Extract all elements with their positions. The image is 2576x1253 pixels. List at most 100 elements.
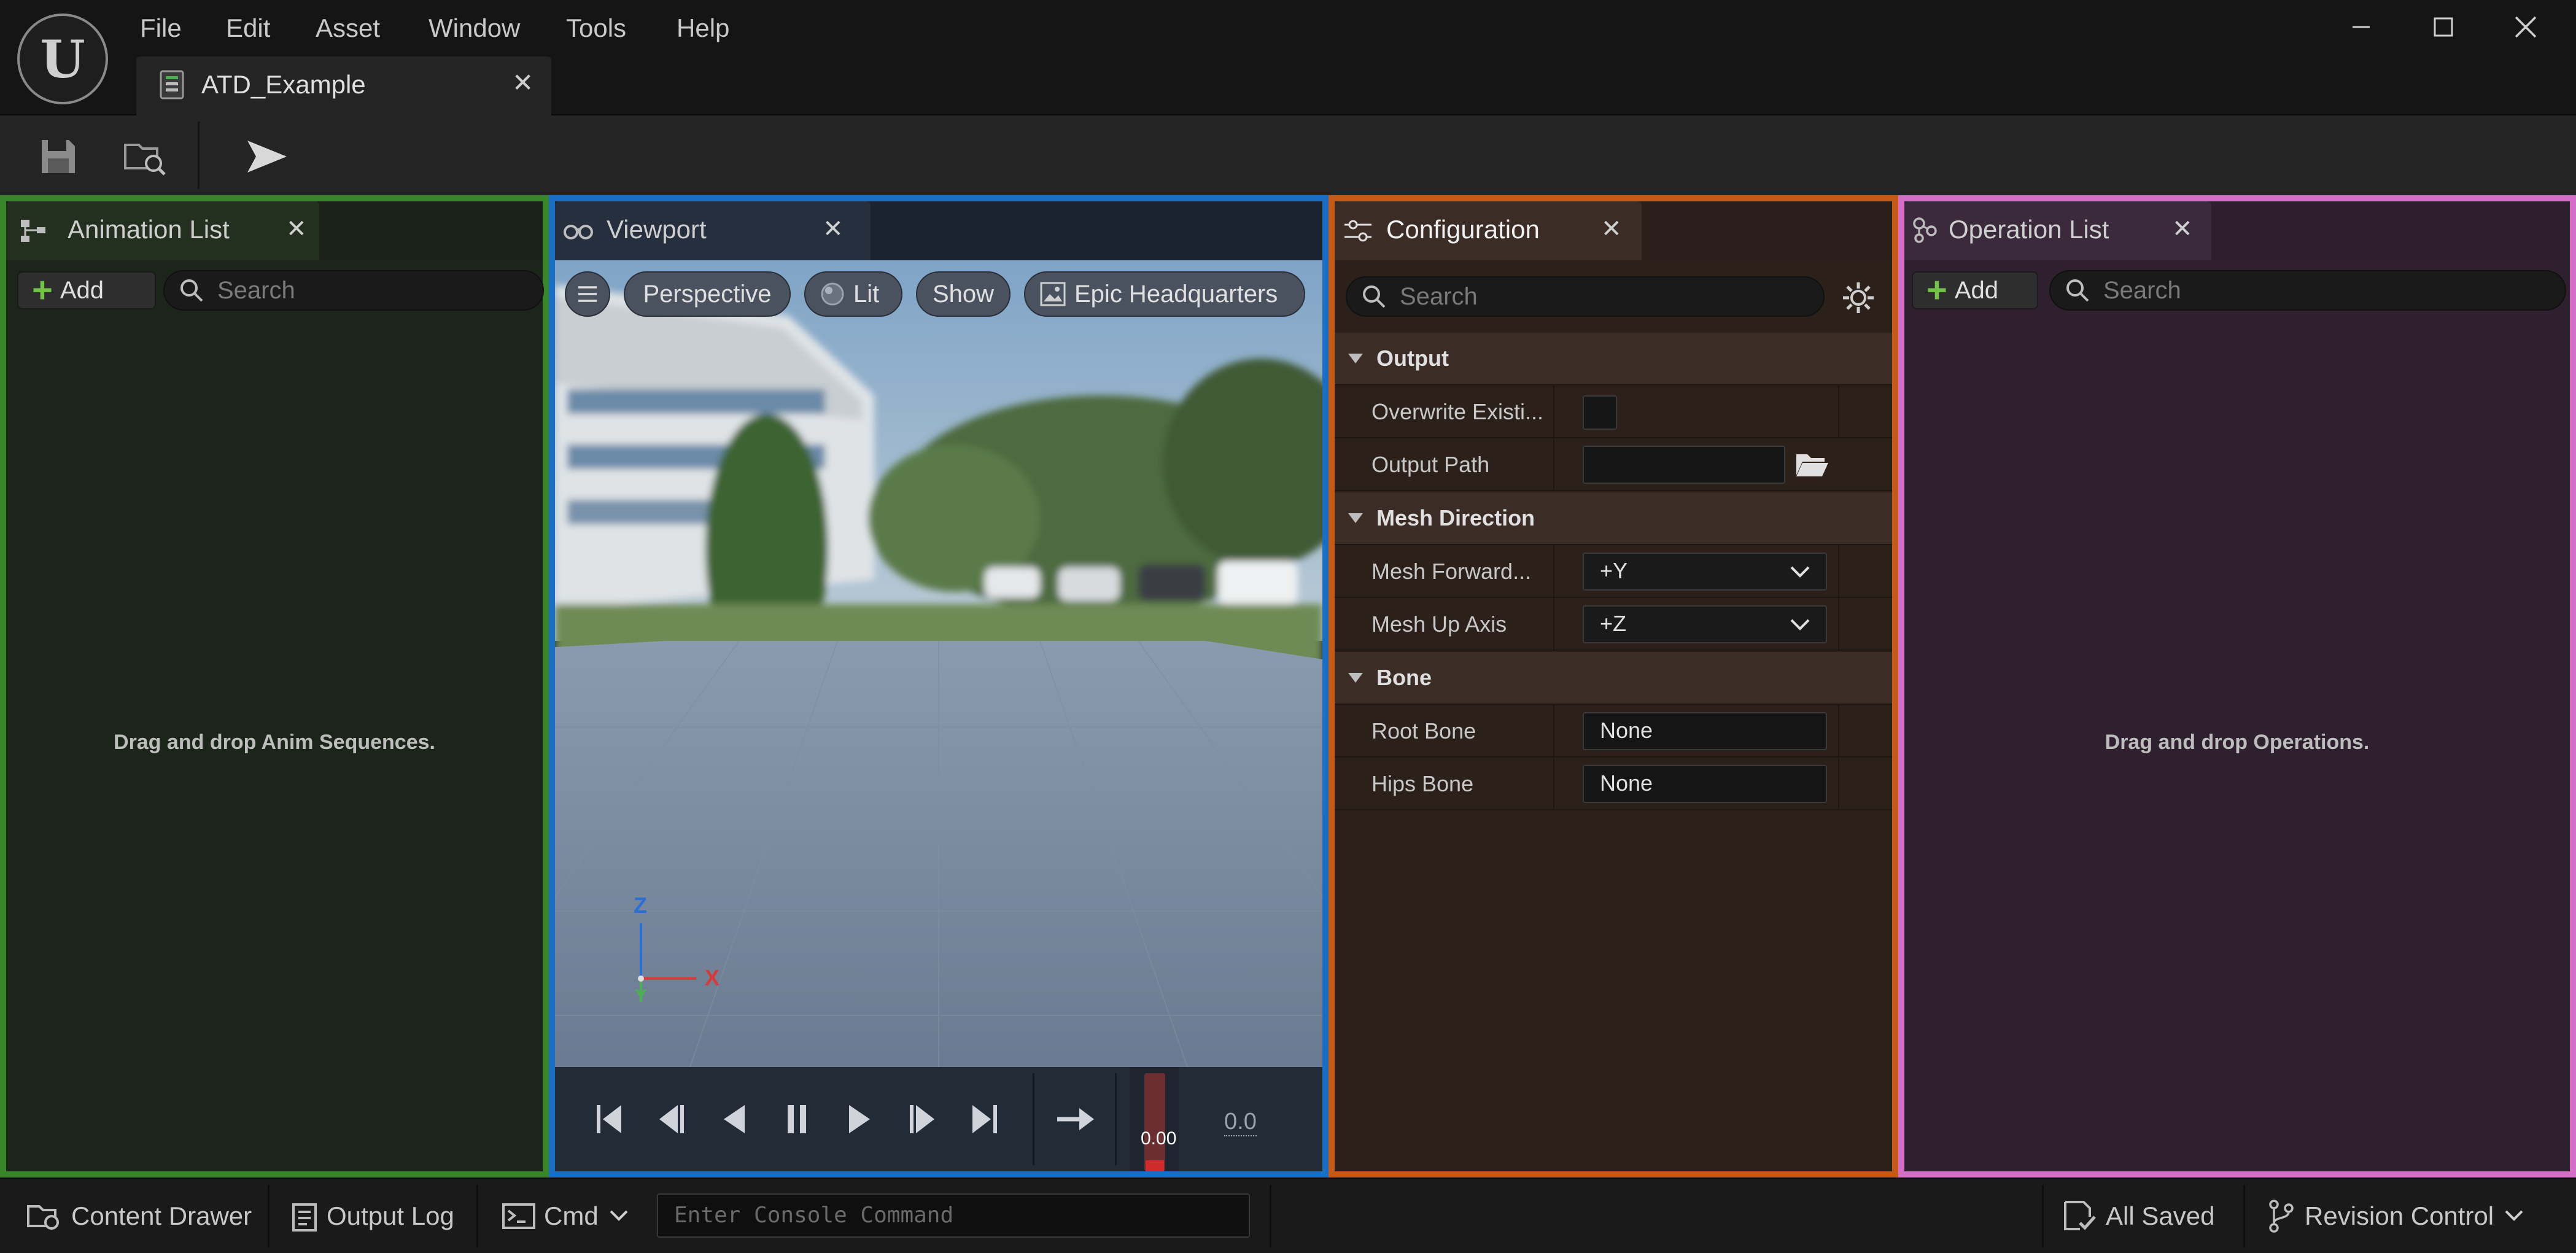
animation-search-placeholder: Search	[217, 276, 295, 304]
menu-edit[interactable]: Edit	[226, 9, 270, 48]
play-reverse-icon[interactable]	[710, 1092, 759, 1147]
output-section-header[interactable]: Output	[1335, 333, 1892, 386]
revision-control-label: Revision Control	[2305, 1201, 2494, 1230]
console-command-input[interactable]: Enter Console Command	[657, 1193, 1250, 1238]
content-drawer-icon	[27, 1201, 61, 1231]
hips-bone-label: Hips Bone	[1371, 771, 1474, 796]
mesh-direction-section-header[interactable]: Mesh Direction	[1335, 492, 1892, 545]
add-operation-button[interactable]: + Add	[1912, 271, 2038, 309]
root-bone-input[interactable]: None	[1583, 712, 1827, 750]
cmd-dropdown[interactable]: Cmd	[502, 1196, 628, 1236]
document-tab[interactable]: ATD_Example ✕	[136, 56, 551, 115]
overwrite-row: Overwrite Existi...	[1335, 386, 1892, 438]
mesh-forward-dropdown[interactable]: +Y	[1583, 553, 1827, 591]
menu-asset[interactable]: Asset	[316, 9, 380, 48]
close-icon[interactable]: ✕	[286, 215, 307, 243]
menu-help[interactable]: Help	[677, 9, 729, 48]
perspective-button[interactable]: Perspective	[624, 271, 791, 317]
configuration-search-input[interactable]: Search	[1346, 276, 1825, 317]
hips-bone-input[interactable]: None	[1583, 765, 1827, 803]
plus-icon: +	[1926, 270, 1947, 310]
animation-empty-message: Drag and drop Anim Sequences.	[114, 731, 435, 754]
add-animation-button[interactable]: + Add	[17, 271, 156, 309]
environment-button[interactable]: Epic Headquarters	[1024, 271, 1305, 317]
output-log-button[interactable]: Output Log	[292, 1196, 454, 1236]
mesh-up-dropdown[interactable]: +Z	[1583, 605, 1827, 643]
close-icon[interactable]: ✕	[823, 215, 844, 243]
window-close-icon[interactable]	[2495, 9, 2556, 45]
content-drawer-button[interactable]: Content Drawer	[27, 1196, 252, 1236]
minimize-icon[interactable]	[2330, 9, 2392, 45]
sliders-icon	[1343, 220, 1373, 243]
step-forward-icon[interactable]	[898, 1092, 947, 1147]
configuration-tab-strip: Configuration ✕	[1335, 201, 1892, 260]
tab-viewport[interactable]: Viewport ✕	[555, 201, 871, 260]
all-saved-button[interactable]: All Saved	[2064, 1196, 2214, 1236]
axis-y-label: Y	[635, 986, 648, 1006]
step-back-icon[interactable]	[647, 1092, 696, 1147]
close-icon[interactable]: ✕	[512, 68, 533, 98]
mesh-up-value: +Z	[1600, 611, 1627, 636]
playback-controls: 0.00 0.0	[555, 1067, 1322, 1171]
output-section-label: Output	[1376, 346, 1449, 371]
playhead[interactable]	[1144, 1073, 1165, 1171]
menu-window[interactable]: Window	[429, 9, 520, 48]
output-path-row: Output Path	[1335, 438, 1892, 491]
output-log-label: Output Log	[327, 1201, 454, 1230]
binoculars-icon	[564, 222, 593, 241]
status-bar: Content Drawer Output Log Cmd Enter Cons…	[0, 1177, 2576, 1253]
pause-icon[interactable]	[772, 1092, 821, 1147]
close-icon[interactable]: ✕	[2172, 215, 2193, 243]
skip-to-end-icon[interactable]	[960, 1092, 1009, 1147]
bone-section-header[interactable]: Bone	[1335, 652, 1892, 705]
viewport-title: Viewport	[607, 215, 707, 244]
output-log-icon	[292, 1201, 317, 1232]
tab-configuration[interactable]: Configuration ✕	[1335, 201, 1642, 260]
menu-tools[interactable]: Tools	[566, 9, 626, 48]
animation-list-tab-strip: Animation List ✕	[6, 201, 543, 260]
plus-icon: +	[32, 270, 53, 310]
revision-control-button[interactable]: Revision Control	[2268, 1196, 2523, 1236]
output-path-input[interactable]	[1583, 446, 1785, 484]
skip-to-start-icon[interactable]	[584, 1092, 634, 1147]
viewport-menu-button[interactable]	[565, 271, 610, 317]
play-icon[interactable]	[835, 1092, 884, 1147]
save-icon[interactable]	[31, 129, 86, 184]
menu-file[interactable]: File	[140, 9, 182, 48]
chevron-down-icon	[1790, 619, 1810, 631]
folder-open-icon[interactable]	[1795, 451, 1829, 478]
unreal-logo[interactable]: U	[17, 14, 108, 104]
overwrite-checkbox[interactable]	[1583, 395, 1617, 430]
time-value-field[interactable]: 0.0	[1224, 1109, 1257, 1136]
title-bar: U File Edit Asset Window Tools Help ATD_…	[0, 0, 2576, 115]
close-icon[interactable]: ✕	[1601, 215, 1622, 243]
settings-gear-icon[interactable]	[1842, 281, 1875, 314]
terminal-icon	[502, 1203, 535, 1229]
lit-label: Lit	[853, 280, 880, 308]
search-icon	[179, 278, 204, 303]
collapse-triangle-icon	[1347, 352, 1364, 365]
run-arrow-icon[interactable]	[239, 129, 295, 184]
animation-search-input[interactable]: Search	[163, 270, 544, 311]
axis-z-label: Z	[634, 893, 647, 918]
cmd-label: Cmd	[544, 1201, 599, 1230]
overwrite-label: Overwrite Existi...	[1371, 399, 1544, 424]
lit-button[interactable]: Lit	[804, 271, 902, 317]
operation-search-placeholder: Search	[2103, 276, 2181, 304]
maximize-icon[interactable]	[2413, 9, 2474, 45]
root-bone-label: Root Bone	[1371, 718, 1476, 743]
browse-asset-icon[interactable]	[118, 129, 173, 184]
add-operation-label: Add	[1954, 276, 1999, 304]
configuration-panel: Configuration ✕ Search Output Overwrite …	[1329, 195, 1898, 1177]
tab-operation-list[interactable]: Operation List ✕	[1904, 201, 2211, 260]
output-path-label: Output Path	[1371, 452, 1490, 477]
loop-arrow-icon[interactable]	[1051, 1092, 1100, 1147]
viewport-scene[interactable]: Z X Y Perspective Lit Show Epic Headquar…	[555, 260, 1322, 1067]
operation-search-input[interactable]: Search	[2049, 270, 2566, 311]
show-button[interactable]: Show	[916, 271, 1011, 317]
content-drawer-label: Content Drawer	[71, 1201, 252, 1230]
operation-list-tab-strip: Operation List ✕	[1904, 201, 2570, 260]
tab-animation-list[interactable]: Animation List ✕	[6, 201, 319, 260]
timeline-track[interactable]: 0.00	[1130, 1067, 1179, 1171]
playhead-marker	[1146, 1160, 1164, 1171]
